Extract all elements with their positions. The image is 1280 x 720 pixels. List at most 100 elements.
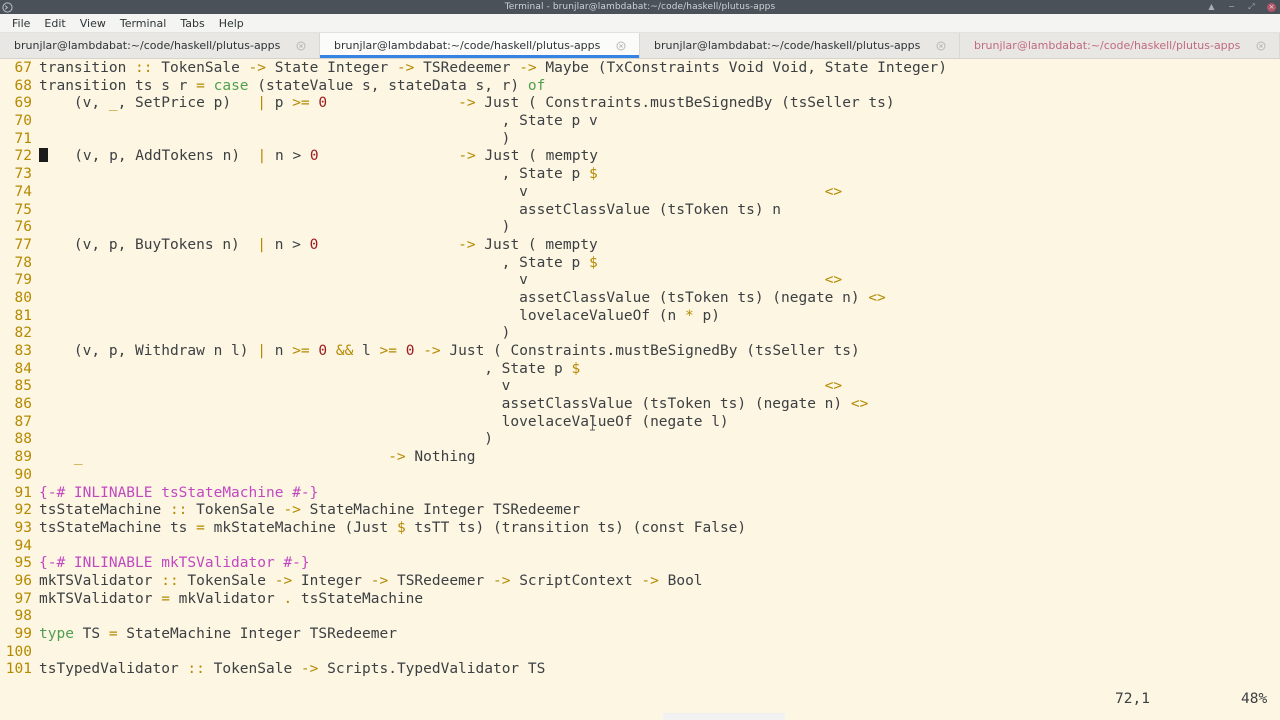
code-line[interactable]: 95 {-# INLINABLE mkTSValidator #-}	[0, 555, 1280, 573]
code-line[interactable]: 76 )	[0, 219, 1280, 237]
code-line[interactable]: 70 , State p v	[0, 113, 1280, 131]
line-number: 99	[0, 626, 32, 644]
vim-block-cursor	[39, 148, 48, 162]
code-line[interactable]: 84 , State p $	[0, 361, 1280, 379]
code-line[interactable]: 88 )	[0, 431, 1280, 449]
line-number: 98	[0, 608, 32, 626]
code-line[interactable]: 97 mkTSValidator = mkValidator . tsState…	[0, 591, 1280, 609]
code-line[interactable]: 73 , State p $	[0, 166, 1280, 184]
code-line[interactable]: 101 tsTypedValidator :: TokenSale -> Scr…	[0, 661, 1280, 679]
window-title: Terminal - brunjlar@lambdabat:~/code/has…	[0, 2, 1280, 12]
file-percent: 48%	[1241, 691, 1267, 709]
line-number: 73	[0, 166, 32, 184]
line-number: 97	[0, 591, 32, 609]
tab-label: brunjlar@lambdabat:~/code/haskell/plutus…	[654, 39, 927, 52]
line-number: 79	[0, 272, 32, 290]
line-number: 77	[0, 237, 32, 255]
line-number: 94	[0, 538, 32, 556]
tabbar: brunjlar@lambdabat:~/code/haskell/plutus…	[0, 33, 1280, 59]
code-line[interactable]: 83 (v, p, Withdraw n l) | n >= 0 && l >=…	[0, 343, 1280, 361]
code-line[interactable]: 100	[0, 644, 1280, 662]
window-controls: ▲ − ⤢ ×	[1207, 0, 1276, 14]
line-number: 84	[0, 361, 32, 379]
code-line[interactable]: 81 lovelaceValueOf (n * p)	[0, 308, 1280, 326]
close-icon[interactable]	[295, 40, 307, 52]
menu-view[interactable]: View	[73, 14, 113, 33]
line-number: 93	[0, 520, 32, 538]
terminal-tab-2[interactable]: brunjlar@lambdabat:~/code/haskell/plutus…	[320, 33, 640, 58]
menu-file[interactable]: File	[5, 14, 37, 33]
code-line[interactable]: 91 {-# INLINABLE tsStateMachine #-}	[0, 485, 1280, 503]
line-number: 72	[0, 148, 32, 166]
line-number: 85	[0, 378, 32, 396]
code-line[interactable]: 80 assetClassValue (tsToken ts) (negate …	[0, 290, 1280, 308]
shade-button[interactable]: ▲	[1207, 3, 1216, 12]
code-line[interactable]: 79 v <>	[0, 272, 1280, 290]
menu-edit[interactable]: Edit	[37, 14, 72, 33]
line-number: 67	[0, 60, 32, 78]
code-line[interactable]: 92 tsStateMachine :: TokenSale -> StateM…	[0, 502, 1280, 520]
menu-terminal[interactable]: Terminal	[113, 14, 174, 33]
tab-label: brunjlar@lambdabat:~/code/haskell/plutus…	[974, 39, 1247, 52]
code-line[interactable]: 74 v <>	[0, 184, 1280, 202]
menubar: File Edit View Terminal Tabs Help	[0, 14, 1280, 33]
minimize-button[interactable]: −	[1227, 3, 1236, 12]
code-line[interactable]: 68 transition ts s r = case (stateValue …	[0, 78, 1280, 96]
maximize-button[interactable]: ⤢	[1247, 3, 1256, 12]
line-number: 75	[0, 202, 32, 220]
line-number: 81	[0, 308, 32, 326]
line-number: 101	[0, 661, 32, 679]
desktop-dock-sliver	[663, 713, 785, 720]
line-number: 83	[0, 343, 32, 361]
code-line[interactable]: 67 transition :: TokenSale -> State Inte…	[0, 60, 1280, 78]
code-line[interactable]: 96 mkTSValidator :: TokenSale -> Integer…	[0, 573, 1280, 591]
close-button[interactable]: ×	[1267, 3, 1276, 12]
line-number: 80	[0, 290, 32, 308]
menu-help[interactable]: Help	[212, 14, 251, 33]
code-line[interactable]: 69 (v, _, SetPrice p) | p >= 0 -> Just (…	[0, 95, 1280, 113]
code-line[interactable]: 89 _ -> Nothing	[0, 449, 1280, 467]
terminal-tab-3[interactable]: brunjlar@lambdabat:~/code/haskell/plutus…	[640, 33, 960, 58]
code-line[interactable]: 94	[0, 538, 1280, 556]
editor-buffer[interactable]: 67 transition :: TokenSale -> State Inte…	[0, 60, 1280, 679]
code-line[interactable]: 72 (v, p, AddTokens n) | n > 0 -> Just (…	[0, 148, 1280, 166]
code-line[interactable]: 75 assetClassValue (tsToken ts) n	[0, 202, 1280, 220]
line-number: 68	[0, 78, 32, 96]
code-line[interactable]: 86 assetClassValue (tsToken ts) (negate …	[0, 396, 1280, 414]
tab-label: brunjlar@lambdabat:~/code/haskell/plutus…	[334, 39, 607, 52]
vim-statusline: 72,1 48%	[0, 691, 1280, 709]
code-line[interactable]: 78 , State p $	[0, 255, 1280, 273]
line-number: 89	[0, 449, 32, 467]
code-line[interactable]: 82 )	[0, 325, 1280, 343]
close-icon[interactable]	[1255, 40, 1267, 52]
close-icon[interactable]	[615, 40, 627, 52]
code-line[interactable]: 93 tsStateMachine ts = mkStateMachine (J…	[0, 520, 1280, 538]
tab-label: brunjlar@lambdabat:~/code/haskell/plutus…	[14, 39, 287, 52]
code-line[interactable]: 98	[0, 608, 1280, 626]
code-line[interactable]: 99 type TS = StateMachine Integer TSRede…	[0, 626, 1280, 644]
line-number: 88	[0, 431, 32, 449]
line-number: 82	[0, 325, 32, 343]
window-titlebar: Terminal - brunjlar@lambdabat:~/code/has…	[0, 0, 1280, 14]
cursor-position: 72,1	[1115, 691, 1150, 709]
terminal-tab-1[interactable]: brunjlar@lambdabat:~/code/haskell/plutus…	[0, 33, 320, 58]
menu-tabs[interactable]: Tabs	[173, 14, 211, 33]
code-line[interactable]: 85 v <>	[0, 378, 1280, 396]
terminal-tab-4[interactable]: brunjlar@lambdabat:~/code/haskell/plutus…	[960, 33, 1280, 58]
line-number: 78	[0, 255, 32, 273]
terminal-view[interactable]: 67 transition :: TokenSale -> State Inte…	[0, 59, 1280, 720]
line-number: 70	[0, 113, 32, 131]
code-line[interactable]: 77 (v, p, BuyTokens n) | n > 0 -> Just (…	[0, 237, 1280, 255]
line-number: 100	[0, 644, 32, 662]
line-number: 95	[0, 555, 32, 573]
code-line[interactable]: 90	[0, 467, 1280, 485]
line-number: 86	[0, 396, 32, 414]
code-line[interactable]: 71 )	[0, 131, 1280, 149]
line-number: 76	[0, 219, 32, 237]
line-number: 74	[0, 184, 32, 202]
close-icon[interactable]	[935, 40, 947, 52]
line-number: 87	[0, 414, 32, 432]
code-line[interactable]: 87 lovelaceValueOf (negate l)	[0, 414, 1280, 432]
terminal-icon	[0, 0, 14, 14]
line-number: 91	[0, 485, 32, 503]
